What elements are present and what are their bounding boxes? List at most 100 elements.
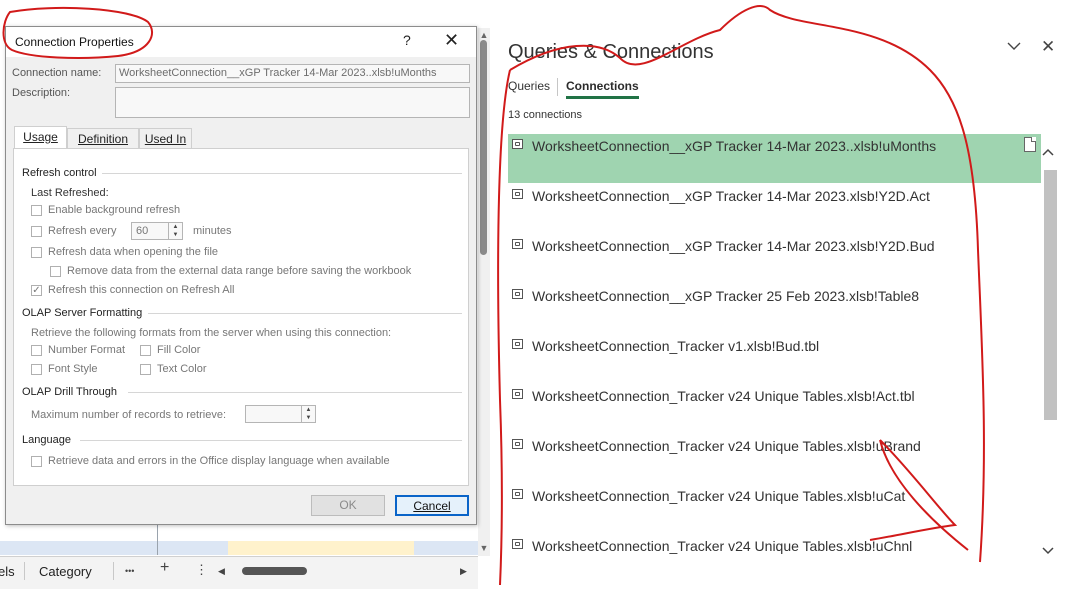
connection-name: WorksheetConnection__xGP Tracker 14-Mar … <box>532 188 930 204</box>
refresh-minutes-stepper[interactable]: 60 ▲ ▼ <box>131 222 183 240</box>
connection-name: WorksheetConnection__xGP Tracker 14-Mar … <box>532 238 935 254</box>
connection-name: WorksheetConnection__xGP Tracker 25 Feb … <box>532 288 920 304</box>
connection-item[interactable]: WorksheetConnection__xGP Tracker 14-Mar … <box>508 234 1041 283</box>
tab-used-in[interactable]: Used In <box>139 128 192 149</box>
connection-name-field[interactable]: WorksheetConnection__xGP Tracker 14-Mar … <box>115 64 470 83</box>
document-icon[interactable] <box>1024 137 1036 152</box>
enable-background-checkbox[interactable] <box>31 205 42 216</box>
olap-formatting-heading: OLAP Server Formatting <box>22 307 143 319</box>
dialog-close-button[interactable]: ✕ <box>444 30 459 51</box>
chevron-down-icon[interactable] <box>1007 38 1021 56</box>
check-icon: ✓ <box>32 285 41 296</box>
more-sheets-icon[interactable]: ••• <box>125 566 134 576</box>
connection-item[interactable]: WorksheetConnection__xGP Tracker 25 Feb … <box>508 284 1041 333</box>
refresh-all-checkbox[interactable]: ✓ <box>31 285 42 296</box>
refresh-minutes-value: 60 <box>136 225 149 237</box>
tab-usage[interactable]: Usage <box>14 126 67 150</box>
sheet-tab-divider <box>113 562 114 580</box>
max-records-stepper[interactable]: ▲ ▼ <box>245 405 316 423</box>
text-color-checkbox[interactable] <box>140 364 151 375</box>
scroll-right-icon[interactable]: ▶ <box>460 566 467 577</box>
office-language-label: Retrieve data and errors in the Office d… <box>48 455 390 467</box>
connection-count: 13 connections <box>508 109 582 121</box>
connection-icon <box>512 389 523 399</box>
connection-item[interactable]: WorksheetConnection_Tracker v1.xlsb!Bud.… <box>508 334 1041 383</box>
tab-definition[interactable]: Definition <box>67 128 139 149</box>
connection-name: WorksheetConnection_Tracker v24 Unique T… <box>532 538 913 554</box>
font-style-checkbox[interactable] <box>31 364 42 375</box>
pane-tabs: Queries Connections <box>495 73 1057 103</box>
connection-properties-dialog: Connection Properties ? ✕ Connection nam… <box>5 26 477 525</box>
connection-icon <box>512 139 523 149</box>
connection-item[interactable]: WorksheetConnection_Tracker v24 Unique T… <box>508 434 1041 483</box>
connection-item[interactable]: WorksheetConnection__xGP Tracker 14-Mar … <box>508 184 1041 233</box>
refresh-control-heading: Refresh control <box>22 167 97 179</box>
refresh-on-open-checkbox[interactable] <box>31 247 42 258</box>
font-style-label: Font Style <box>48 363 98 375</box>
connection-item[interactable]: WorksheetConnection_Tracker v24 Unique T… <box>508 384 1041 433</box>
stepper-arrows-icon[interactable]: ▲ ▼ <box>301 406 315 422</box>
refresh-every-label: Refresh every <box>48 225 117 237</box>
tab-divider <box>557 78 558 96</box>
max-records-label: Maximum number of records to retrieve: <box>31 409 227 421</box>
ok-button[interactable]: OK <box>311 495 385 516</box>
refresh-all-label: Refresh this connection on Refresh All <box>48 284 235 296</box>
office-language-checkbox[interactable] <box>31 456 42 467</box>
connection-name: WorksheetConnection__xGP Tracker 14-Mar … <box>532 138 937 154</box>
pane-scroll-thumb[interactable] <box>1044 170 1057 420</box>
language-heading: Language <box>22 434 71 446</box>
horizontal-scroll-thumb[interactable] <box>242 567 307 575</box>
tab-queries[interactable]: Queries <box>508 79 550 93</box>
connection-icon <box>512 289 523 299</box>
queries-connections-pane: Queries & Connections ✕ Queries Connecti… <box>495 28 1071 588</box>
connection-name-label: Connection name: <box>12 67 102 79</box>
pane-title: Queries & Connections <box>508 41 714 63</box>
dialog-titlebar[interactable]: Connection Properties ? ✕ <box>6 27 476 57</box>
connection-item[interactable]: WorksheetConnection__xGP Tracker 14-Mar … <box>508 134 1041 183</box>
text-color-label: Text Color <box>157 363 207 375</box>
chevron-up-icon[interactable] <box>1042 146 1054 160</box>
sheet-tab-partial[interactable]: els <box>0 564 15 579</box>
description-field[interactable] <box>115 87 470 118</box>
last-refreshed-label: Last Refreshed: <box>31 187 109 199</box>
remove-data-checkbox[interactable] <box>50 266 61 277</box>
sheet-menu-icon[interactable]: ⋮ <box>195 562 208 578</box>
pane-close-button[interactable]: ✕ <box>1041 37 1055 57</box>
help-button[interactable]: ? <box>403 32 411 48</box>
connection-icon <box>512 439 523 449</box>
connection-icon <box>512 539 523 549</box>
dialog-title: Connection Properties <box>15 35 134 49</box>
vertical-scroll-thumb[interactable] <box>480 40 487 255</box>
section-divider <box>102 173 462 174</box>
scroll-up-icon[interactable]: ▲ <box>478 30 490 40</box>
section-divider <box>80 440 462 441</box>
section-divider <box>148 313 462 314</box>
remove-data-label: Remove data from the external data range… <box>67 265 412 277</box>
stepper-arrows-icon[interactable]: ▲ ▼ <box>168 223 182 239</box>
chevron-down-icon[interactable] <box>1042 544 1054 558</box>
minutes-label: minutes <box>193 225 232 237</box>
enable-background-label: Enable background refresh <box>48 204 181 216</box>
description-label: Description: <box>12 87 71 99</box>
sheet-tab-category[interactable]: Category <box>39 564 92 579</box>
fill-color-checkbox[interactable] <box>140 345 151 356</box>
connection-name: WorksheetConnection_Tracker v24 Unique T… <box>532 388 915 404</box>
connection-icon <box>512 339 523 349</box>
number-format-label: Number Format <box>48 344 126 356</box>
scroll-down-icon[interactable]: ▼ <box>478 543 490 553</box>
connection-item[interactable]: WorksheetConnection_Tracker v24 Unique T… <box>508 484 1041 533</box>
connection-icon <box>512 489 523 499</box>
usage-tab-panel: Refresh control Last Refreshed: Enable b… <box>13 148 469 486</box>
scroll-left-icon[interactable]: ◀ <box>218 566 225 577</box>
fill-color-label: Fill Color <box>157 344 201 356</box>
grid-column-line <box>157 522 158 555</box>
add-sheet-icon[interactable]: + <box>160 559 169 577</box>
olap-drill-heading: OLAP Drill Through <box>22 386 117 398</box>
connection-name: WorksheetConnection_Tracker v24 Unique T… <box>532 488 906 504</box>
tab-connections[interactable]: Connections <box>566 79 639 99</box>
cancel-button[interactable]: Cancel <box>395 495 469 516</box>
refresh-every-checkbox[interactable] <box>31 226 42 237</box>
number-format-checkbox[interactable] <box>31 345 42 356</box>
connection-name: WorksheetConnection_Tracker v1.xlsb!Bud.… <box>532 338 820 354</box>
connection-item[interactable]: WorksheetConnection_Tracker v24 Unique T… <box>508 534 1041 583</box>
